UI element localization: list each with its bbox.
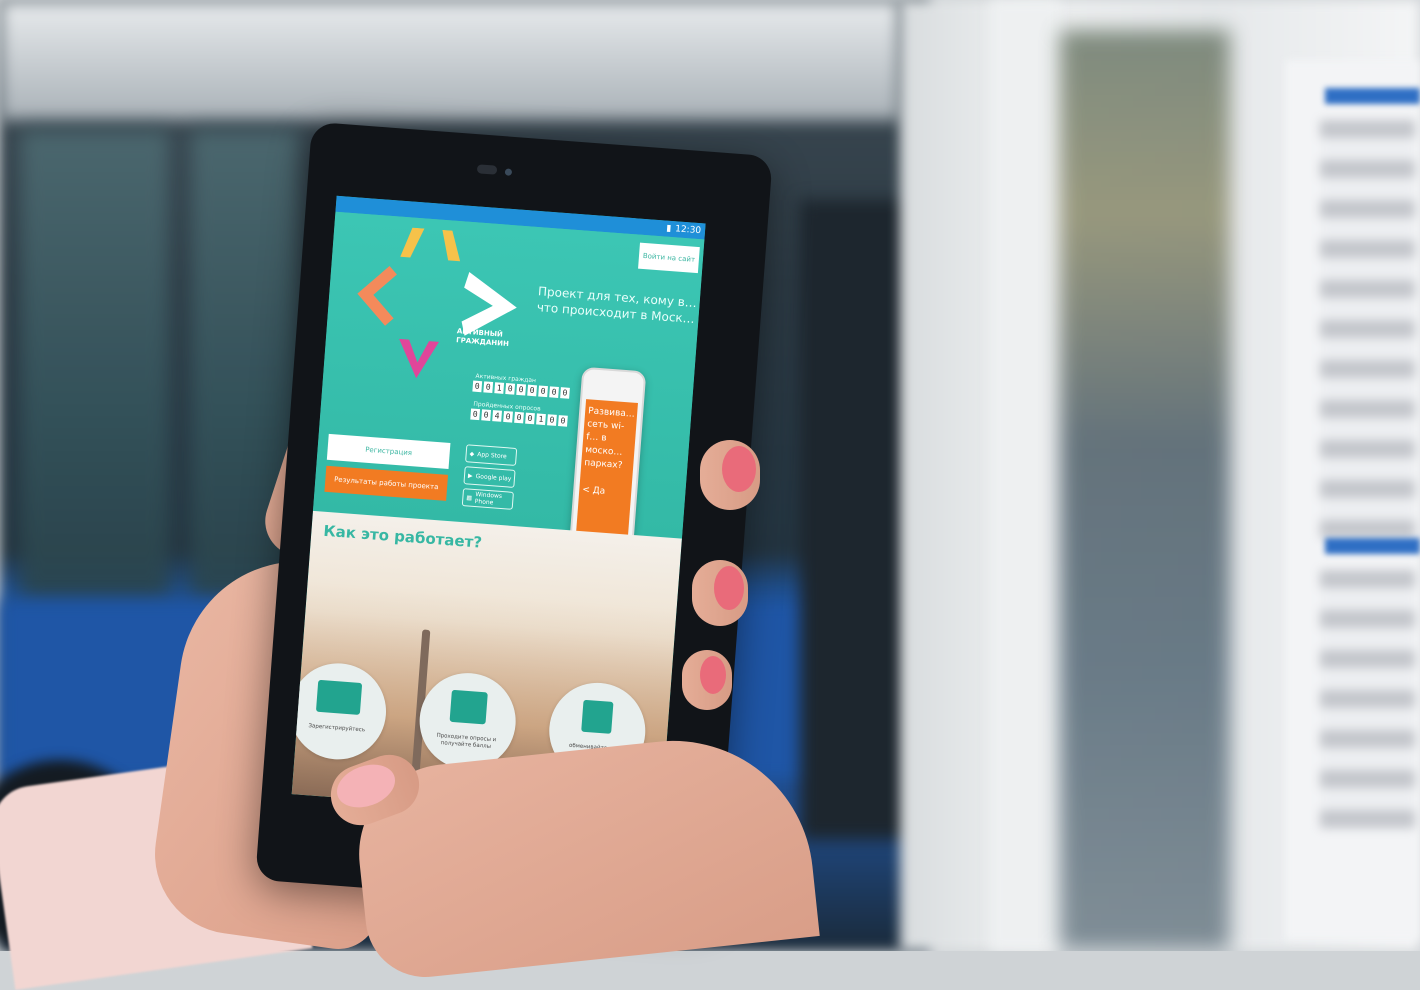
sign-text — [1320, 570, 1415, 830]
counter-digit: 0 — [547, 414, 557, 426]
step-label: Зарегистрируйтесь — [308, 723, 366, 734]
tagline: Проект для тех, кому в… что происходит в… — [536, 284, 698, 326]
counter-digit: 1 — [494, 382, 505, 394]
counter-digit: 0 — [514, 411, 524, 424]
counter-digit: 1 — [536, 413, 546, 426]
counter-digit: 0 — [527, 384, 538, 397]
counter-digit: 0 — [470, 408, 481, 421]
counter-digit: 0 — [538, 385, 548, 398]
counter-digit: 0 — [558, 415, 568, 427]
play-icon: ▶ — [467, 471, 473, 480]
windows-phone-badge[interactable]: ▦ Windows Phone — [461, 488, 514, 510]
shelter-glass — [1060, 30, 1230, 950]
brand-name: АКТИВНЫЙ ГРАЖДАНИН — [456, 327, 510, 349]
active-citizen-logo — [357, 227, 517, 379]
sign-text — [1320, 120, 1415, 540]
counter-digit: 0 — [472, 380, 483, 393]
counter-digit: 0 — [483, 381, 494, 394]
bus-roof — [0, 0, 900, 120]
windows-icon: ▦ — [466, 493, 473, 502]
sign-header-bar — [1325, 538, 1420, 554]
active-citizens-counter: 001000000 — [472, 380, 570, 399]
stop-pole — [990, 0, 1060, 951]
promo-question: Развива… сеть wi-f… в моско… парках? — [583, 406, 636, 471]
finger-nail — [722, 446, 756, 492]
results-button[interactable]: Результаты работы проекта — [324, 465, 449, 501]
register-button[interactable]: Регистрация — [326, 433, 451, 469]
phone-screen: ▮ 12:30 Войти на сайт АКТИВНЫЙ ГРАЖДАНИН… — [291, 195, 706, 822]
counter-digit: 0 — [505, 383, 516, 395]
touch-screen-icon — [449, 689, 488, 725]
counter-digit: 0 — [503, 410, 513, 423]
promo-screen: Развива… сеть wi-f… в моско… парках? < Д… — [574, 399, 638, 553]
app-store-badge[interactable]: ◆ App Store — [465, 444, 518, 466]
step-label: Проходите опросы и получайте баллы — [436, 732, 497, 750]
museum-icon — [581, 699, 614, 734]
counter-digit: 0 — [525, 412, 535, 425]
counter-digit: 0 — [481, 409, 492, 421]
finger-nail — [700, 656, 726, 694]
google-play-badge[interactable]: ▶ Google play — [463, 466, 516, 488]
apple-icon: ◆ — [469, 450, 475, 458]
hero-section: Войти на сайт АКТИВНЫЙ ГРАЖДАНИН Проект … — [312, 211, 705, 605]
counter-digit: 0 — [516, 383, 527, 396]
sign-header-bar — [1325, 88, 1420, 104]
bus-window — [20, 130, 170, 600]
counter-digit: 0 — [549, 386, 559, 398]
surveys-counter: 004000100 — [470, 408, 568, 427]
counter-digit: 0 — [560, 387, 570, 399]
status-time: 12:30 — [674, 224, 702, 237]
finger-nail — [714, 566, 744, 610]
id-card-icon — [315, 679, 363, 715]
battery-icon: ▮ — [665, 223, 672, 234]
promo-yes[interactable]: < Да — [582, 484, 629, 500]
counter-digit: 4 — [492, 410, 503, 422]
how-it-works-title: Как это работает? — [322, 521, 483, 552]
front-camera — [504, 168, 513, 176]
login-button[interactable]: Войти на сайт — [638, 242, 700, 274]
earpiece — [476, 164, 498, 175]
